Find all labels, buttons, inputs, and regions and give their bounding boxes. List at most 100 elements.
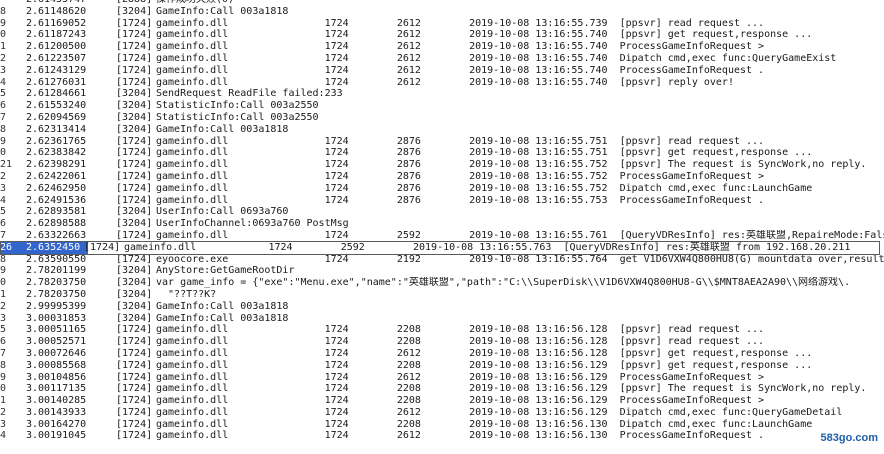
- row-message: gameinfo.dll 1724 2208 2019-10-08 13:16:…: [156, 395, 765, 407]
- row-number: 6: [0, 100, 7, 112]
- log-row[interactable]: 1 2.61200500 [1724] gameinfo.dll 1724 2612 …: [0, 41, 884, 53]
- row-message: gameinfo.dll 1724 2612 2019-10-08 13:16:…: [156, 41, 765, 53]
- row-number: 0: [0, 383, 7, 395]
- log-row[interactable]: 7 2.63322663 [1724] gameinfo.dll 1724 2592 …: [0, 230, 884, 242]
- log-row-selected[interactable]: 26 2.6352450 [1724] gameinfo.dll 1724 2592 …: [0, 241, 884, 254]
- row-message: gameinfo.dll 1724 2876 2019-10-08 13:16:…: [156, 135, 765, 147]
- row-message: gameinfo.dll 1724 2592 2019-10-08 13:16:…: [124, 241, 852, 253]
- row-time: 2.63590550: [26, 253, 87, 265]
- row-number: 9: [0, 371, 7, 383]
- log-row[interactable]: 0 3.00117135 [1724] gameinfo.dll 1724 2208 …: [0, 383, 884, 395]
- row-pid: [1724]: [116, 41, 153, 53]
- row-number: 1: [0, 288, 7, 300]
- row-message: var game_info = {"exe":"Menu.exe","name"…: [156, 277, 851, 289]
- row-number: 8: [0, 359, 7, 371]
- row-message: gameinfo.dll 1724 2208 2019-10-08 13:16:…: [156, 418, 813, 430]
- log-row[interactable]: 6 3.00052571 [1724] gameinfo.dll 1724 2208 …: [0, 336, 884, 348]
- row-message: "??T??K?: [156, 288, 217, 300]
- row-message: UserInfo:Call 0693a760: [156, 206, 289, 218]
- log-row[interactable]: 9 2.78201199 [3204] AnyStore:GetGameRootDir: [0, 265, 884, 277]
- log-row[interactable]: 4 3.00191045 [1724] gameinfo.dll 1724 2612 …: [0, 430, 884, 442]
- log-row[interactable]: 9 2.61169052 [1724] gameinfo.dll 1724 2612 …: [0, 18, 884, 30]
- log-row[interactable]: 6 2.62898588 [3204] UserInfoChannel:0693a76…: [0, 218, 884, 230]
- row-message: gameinfo.dll 1724 2208 2019-10-08 13:16:…: [156, 359, 813, 371]
- row-pid: [1724]: [116, 347, 153, 359]
- row-pid: [3204]: [116, 100, 153, 112]
- log-row[interactable]: 7 3.00072646 [1724] gameinfo.dll 1724 2612 …: [0, 348, 884, 360]
- row-message: gameinfo.dll 1724 2876 2019-10-08 13:16:…: [156, 159, 867, 171]
- row-time: 3.00052571: [26, 336, 87, 348]
- row-number: 0: [0, 147, 7, 159]
- row-pid: [3204]: [116, 206, 153, 218]
- log-row[interactable]: 9 3.00104856 [1724] gameinfo.dll 1724 2612 …: [0, 372, 884, 384]
- row-time: 2.62398291: [26, 159, 87, 171]
- log-row[interactable]: 0 2.78203750 [3204] var game_info = {"exe":…: [0, 277, 884, 289]
- row-number: 6: [0, 218, 7, 230]
- log-row[interactable]: 5 2.61284661 [3204] SendRequest ReadFile fa…: [0, 88, 884, 100]
- log-list[interactable]: 2.61455747[2888]操作成功失败(0)82.61148620[320…: [0, 0, 884, 442]
- row-pid: [3204]: [116, 277, 153, 289]
- row-number: 7: [0, 229, 7, 241]
- row-message: gameinfo.dll 1724 2612 2019-10-08 13:16:…: [156, 430, 765, 442]
- row-pid: [1724]: [116, 336, 153, 348]
- row-number: 8: [0, 253, 7, 265]
- log-row[interactable]: 8 2.62313414 [3204] GameInfo:Call 003a1818: [0, 124, 884, 136]
- row-time: 2.61148620: [26, 5, 87, 17]
- log-row[interactable]: 0 2.61187243 [1724] gameinfo.dll 1724 2612 …: [0, 29, 884, 41]
- log-row[interactable]: 3 2.61243129 [1724] gameinfo.dll 1724 2612 …: [0, 65, 884, 77]
- row-time: 2.61243129: [26, 64, 87, 76]
- row-message: gameinfo.dll 1724 2612 2019-10-08 13:16:…: [156, 64, 765, 76]
- row-pid: [1724]: [116, 159, 153, 171]
- row-pid: [3204]: [116, 300, 153, 312]
- row-time: 3.00104856: [26, 371, 87, 383]
- log-row[interactable]: 4 2.61276031 [1724] gameinfo.dll 1724 2612 …: [0, 77, 884, 89]
- row-time: 2.62491536: [26, 194, 87, 206]
- row-pid: [1724]: [116, 383, 153, 395]
- row-number: 0: [0, 29, 7, 41]
- row-message: GameInfo:Call 003a1818: [156, 312, 289, 324]
- log-row[interactable]: 7 2.62094569 [3204] StatisticInfo:Call 003a…: [0, 112, 884, 124]
- log-row[interactable]: 4 2.62491536 [1724] gameinfo.dll 1724 2876 …: [0, 195, 884, 207]
- log-row[interactable]: 8 2.63590550 [1724] eyoocore.exe 1724 2192 …: [0, 254, 884, 266]
- row-message: AnyStore:GetGameRootDir: [156, 265, 295, 277]
- log-row[interactable]: 2 2.62422061 [1724] gameinfo.dll 1724 2876 …: [0, 171, 884, 183]
- row-number: 6: [0, 336, 7, 348]
- row-number: 2: [0, 300, 7, 312]
- row-time: 2.78203750: [26, 277, 87, 289]
- log-row[interactable]: 3 3.00164270 [1724] gameinfo.dll 1724 2208 …: [0, 419, 884, 431]
- log-row[interactable]: 5 2.62893581 [3204] UserInfo:Call 0693a760: [0, 206, 884, 218]
- log-row[interactable]: 2 2.61223507 [1724] gameinfo.dll 1724 2612 …: [0, 53, 884, 65]
- row-number: 0: [0, 277, 7, 289]
- log-row[interactable]: 9 2.62361765 [1724] gameinfo.dll 1724 2876 …: [0, 136, 884, 148]
- row-number: 8: [0, 123, 7, 135]
- log-row[interactable]: 6 2.61553240 [3204] StatisticInfo:Call 003a…: [0, 100, 884, 112]
- row-message: StatisticInfo:Call 003a2550: [156, 100, 319, 112]
- row-pid: [1724]: [116, 135, 153, 147]
- log-row[interactable]: 2 2.99995399 [3204] GameInfo:Call 003a1818: [0, 301, 884, 313]
- row-time: 3.00085568: [26, 359, 87, 371]
- log-row[interactable]: 0 2.62383842 [1724] gameinfo.dll 1724 2876 …: [0, 147, 884, 159]
- log-row[interactable]: 5 3.00051165 [1724] gameinfo.dll 1724 2208 …: [0, 324, 884, 336]
- row-pid: [3204]: [116, 88, 153, 100]
- row-time: 2.99995399: [26, 300, 87, 312]
- row-number: 26: [0, 241, 22, 254]
- row-message: GameInfo:Call 003a1818: [156, 123, 289, 135]
- row-number: 5: [0, 88, 7, 100]
- row-time: 2.62094569: [26, 111, 87, 123]
- log-row[interactable]: 2 3.00143933 [1724] gameinfo.dll 1724 2612 …: [0, 407, 884, 419]
- row-pid: [3204]: [116, 111, 153, 123]
- log-row[interactable]: 1 3.00140285 [1724] gameinfo.dll 1724 2208 …: [0, 395, 884, 407]
- row-message: gameinfo.dll 1724 2612 2019-10-08 13:16:…: [156, 347, 813, 359]
- log-row[interactable]: 21 2.62398291 [1724] gameinfo.dll 1724 2876…: [0, 159, 884, 171]
- row-pid: [1724]: [116, 64, 153, 76]
- log-row[interactable]: 1 2.78203750 [3204] "??T??K?: [0, 289, 884, 301]
- row-message: gameinfo.dll 1724 2612 2019-10-08 13:16:…: [156, 406, 843, 418]
- log-row[interactable]: 3 3.00031853 [3204] GameInfo:Call 003a1818: [0, 313, 884, 325]
- row-pid: [1724]: [116, 76, 153, 88]
- row-pid: [1724]: [116, 194, 153, 206]
- row-number: 3: [0, 418, 7, 430]
- log-row[interactable]: 8 3.00085568 [1724] gameinfo.dll 1724 2208 …: [0, 360, 884, 372]
- row-pid: [1724]: [116, 253, 153, 265]
- log-row[interactable]: 3 2.62462950 [1724] gameinfo.dll 1724 2876 …: [0, 183, 884, 195]
- log-row[interactable]: 8 2.61148620 [3204] GameInfo:Call 003a1818: [0, 6, 884, 18]
